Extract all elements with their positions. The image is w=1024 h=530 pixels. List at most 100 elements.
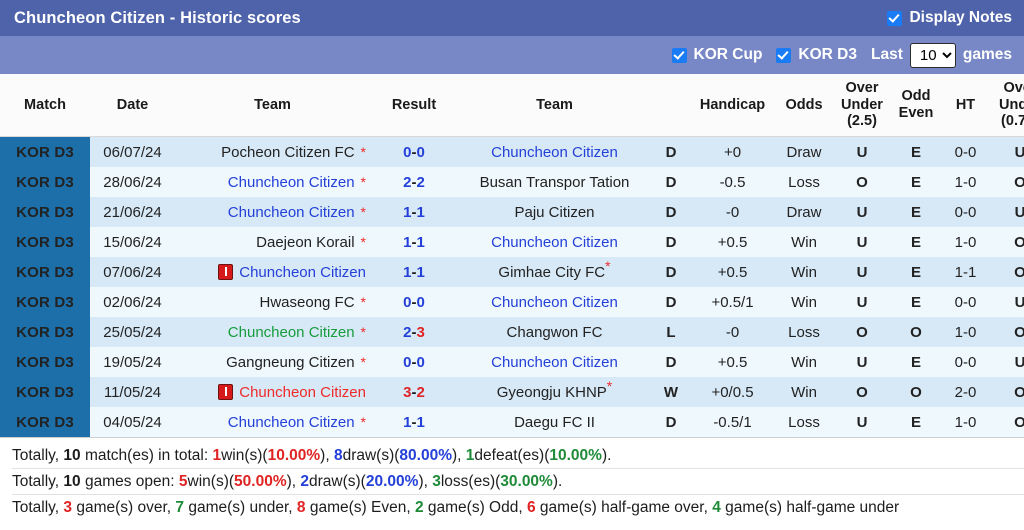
col-header-wdl bbox=[651, 74, 691, 138]
col-header-over-under-075[interactable]: Over Under (0.75) bbox=[989, 74, 1024, 138]
ou075-under: Under bbox=[999, 96, 1024, 113]
cell-away-team[interactable]: Busan Transpor Tation bbox=[458, 167, 651, 198]
cell-half-time: 1-0 bbox=[942, 167, 989, 198]
cell-half-time: 2-0 bbox=[942, 377, 989, 408]
cell-result[interactable]: 1-1 bbox=[370, 257, 458, 288]
cell-over-under-25: O bbox=[834, 377, 890, 408]
cell-result[interactable]: 1-1 bbox=[370, 407, 458, 438]
away-note-star: * bbox=[605, 257, 611, 274]
cell-home-team[interactable]: Daejeon Korail * bbox=[175, 227, 370, 258]
cell-away-team[interactable]: Chuncheon Citizen bbox=[458, 227, 651, 258]
col-header-ht[interactable]: HT bbox=[942, 74, 989, 138]
table-row[interactable]: KOR D3 07/06/24 Chuncheon Citizen 1-1 Gimhae… bbox=[0, 257, 1024, 288]
cell-handicap: -0 bbox=[691, 197, 774, 228]
cell-over-under-25: O bbox=[834, 167, 890, 198]
display-notes-toggle[interactable]: Display Notes bbox=[887, 9, 1012, 27]
kor-cup-checkbox-icon[interactable] bbox=[671, 47, 687, 63]
col-header-date[interactable]: Date bbox=[90, 74, 175, 138]
cell-competition[interactable]: KOR D3 bbox=[0, 136, 90, 168]
col-header-away-team[interactable]: Team bbox=[458, 74, 651, 138]
s2-draws-word: draw(s)( bbox=[309, 473, 366, 491]
cell-competition[interactable]: KOR D3 bbox=[0, 377, 90, 408]
table-row[interactable]: KOR D3 28/06/24 Chuncheon Citizen * 2-2 Busan… bbox=[0, 167, 1024, 198]
cell-result[interactable]: 0-0 bbox=[370, 287, 458, 318]
cell-home-team[interactable]: Chuncheon Citizen * bbox=[175, 407, 370, 438]
games-count-select[interactable]: 1020304050 bbox=[909, 42, 956, 68]
table-row[interactable]: KOR D3 11/05/24 Chuncheon Citizen 3-2 Gyeong… bbox=[0, 377, 1024, 408]
cell-away-team[interactable]: Gyeongju KHNP* bbox=[458, 377, 651, 408]
cell-competition[interactable]: KOR D3 bbox=[0, 197, 90, 228]
cell-date: 19/05/24 bbox=[90, 347, 175, 378]
away-note-star: * bbox=[606, 377, 613, 394]
table-row[interactable]: KOR D3 25/05/24 Chuncheon Citizen * 2-3 Chang… bbox=[0, 317, 1024, 348]
home-team-name: Hwaseong FC bbox=[259, 293, 355, 311]
s3-even-word: game(s) Even, bbox=[309, 499, 411, 517]
cell-odds-result: Draw bbox=[774, 197, 834, 228]
cell-result[interactable]: 1-1 bbox=[370, 227, 458, 258]
cell-away-team[interactable]: Chuncheon Citizen bbox=[458, 136, 651, 168]
cell-away-team[interactable]: Chuncheon Citizen bbox=[458, 347, 651, 378]
filter-kor-cup[interactable]: KOR Cup bbox=[671, 46, 762, 64]
cell-competition[interactable]: KOR D3 bbox=[0, 287, 90, 318]
cell-home-team[interactable]: Gangneung Citizen * bbox=[175, 347, 370, 378]
cell-handicap: +0.5/1 bbox=[691, 287, 774, 318]
cell-result[interactable]: 1-1 bbox=[370, 197, 458, 228]
cell-result[interactable]: 0-0 bbox=[370, 347, 458, 378]
home-team-name: Chuncheon Citizen bbox=[239, 383, 366, 401]
filter-bar: KOR Cup KOR D3 Last 1020304050 games bbox=[0, 36, 1024, 74]
cell-competition[interactable]: KOR D3 bbox=[0, 347, 90, 378]
cell-home-team[interactable]: Chuncheon Citizen * bbox=[175, 317, 370, 348]
cell-home-team[interactable]: Pocheon Citizen FC * bbox=[175, 136, 370, 168]
col-header-handicap[interactable]: Handicap bbox=[691, 74, 774, 138]
filter-kor-d3[interactable]: KOR D3 bbox=[776, 46, 857, 64]
kor-d3-checkbox-icon[interactable] bbox=[776, 47, 792, 63]
cell-odd-even: E bbox=[890, 407, 942, 438]
cell-home-team[interactable]: Chuncheon Citizen bbox=[175, 377, 370, 408]
col-header-odds[interactable]: Odds bbox=[774, 74, 834, 138]
s1-draws-word: draw(s)( bbox=[342, 447, 400, 465]
cell-result[interactable]: 2-2 bbox=[370, 167, 458, 198]
cell-away-team[interactable]: Changwon FC bbox=[458, 317, 651, 348]
cell-result[interactable]: 2-3 bbox=[370, 317, 458, 348]
cell-away-team[interactable]: Chuncheon Citizen bbox=[458, 287, 651, 318]
col-header-odd-even[interactable]: Odd Even bbox=[890, 74, 942, 138]
col-header-home-team[interactable]: Team bbox=[175, 74, 370, 138]
cell-competition[interactable]: KOR D3 bbox=[0, 407, 90, 438]
cell-home-team[interactable]: Chuncheon Citizen bbox=[175, 257, 370, 288]
away-team-name: Changwon FC bbox=[506, 323, 603, 341]
cell-away-team[interactable]: Daegu FC II bbox=[458, 407, 651, 438]
cell-competition[interactable]: KOR D3 bbox=[0, 227, 90, 258]
table-row[interactable]: KOR D3 04/05/24 Chuncheon Citizen * 1-1 Daegu… bbox=[0, 407, 1024, 438]
cell-home-team[interactable]: Hwaseong FC * bbox=[175, 287, 370, 318]
table-row[interactable]: KOR D3 21/06/24 Chuncheon Citizen * 1-1 Paju … bbox=[0, 197, 1024, 228]
cell-competition[interactable]: KOR D3 bbox=[0, 317, 90, 348]
s3-half-over-word: game(s) half-game over, bbox=[539, 499, 708, 517]
s1-draws: 8 bbox=[333, 447, 343, 465]
table-row[interactable]: KOR D3 19/05/24 Gangneung Citizen * 0-0 Chunc… bbox=[0, 347, 1024, 378]
cell-result[interactable]: 0-0 bbox=[370, 136, 458, 168]
table-row[interactable]: KOR D3 15/06/24 Daejeon Korail * 1-1 Chuncheo… bbox=[0, 227, 1024, 258]
oe-even: Even bbox=[898, 105, 934, 121]
display-notes-checkbox-icon[interactable] bbox=[887, 10, 903, 26]
away-team-name: Chuncheon Citizen bbox=[491, 293, 618, 311]
cell-competition[interactable]: KOR D3 bbox=[0, 257, 90, 288]
cell-away-team[interactable]: Gimhae City FC* bbox=[458, 257, 651, 288]
table-row[interactable]: KOR D3 02/06/24 Hwaseong FC * 0-0 Chuncheon C… bbox=[0, 287, 1024, 318]
title-bar: Chuncheon Citizen - Historic scores Disp… bbox=[0, 0, 1024, 36]
cell-date: 28/06/24 bbox=[90, 167, 175, 198]
cell-result[interactable]: 3-2 bbox=[370, 377, 458, 408]
cell-home-team[interactable]: Chuncheon Citizen * bbox=[175, 197, 370, 228]
table-row[interactable]: KOR D3 06/07/24 Pocheon Citizen FC * 0-0 Chun… bbox=[0, 136, 1024, 168]
summary-line-open: Totally, 10 games open: 5win(s)(50.00%),… bbox=[12, 468, 1024, 494]
col-header-result[interactable]: Result bbox=[370, 74, 458, 138]
cell-competition[interactable]: KOR D3 bbox=[0, 167, 90, 198]
cell-over-under-075: U bbox=[989, 347, 1024, 378]
cell-away-team[interactable]: Paju Citizen bbox=[458, 197, 651, 228]
home-team-wrap: Chuncheon Citizen bbox=[179, 384, 366, 401]
cell-home-team[interactable]: Chuncheon Citizen * bbox=[175, 167, 370, 198]
home-team-wrap: Chuncheon Citizen bbox=[179, 264, 366, 281]
col-header-over-under-25[interactable]: Over Under (2.5) bbox=[834, 74, 890, 138]
ou25-line: (2.5) bbox=[847, 113, 877, 130]
away-team-name: Daegu FC II bbox=[514, 413, 595, 431]
col-header-match[interactable]: Match bbox=[0, 74, 90, 138]
